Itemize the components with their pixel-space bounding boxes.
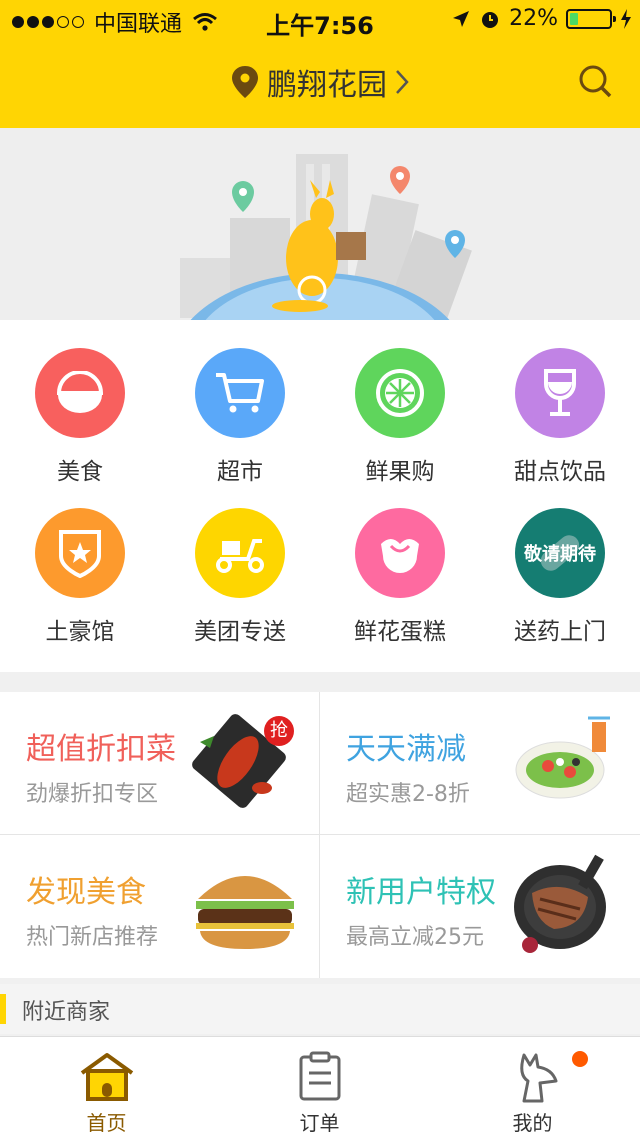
search-button[interactable]	[578, 64, 612, 102]
category-label: 美团专送	[194, 619, 286, 645]
promo-title: 超值折扣菜	[26, 732, 176, 767]
category-food[interactable]: 美食	[0, 348, 160, 486]
category-label: 鲜花蛋糕	[354, 619, 446, 645]
promo-discount-dishes[interactable]: 超值折扣菜 劲爆折扣专区 抢	[0, 692, 319, 834]
rice-bowl-icon	[56, 371, 104, 413]
category-medicine[interactable]: 敬请期待 送药上门	[480, 508, 640, 646]
category-supermarket-icon-bg	[195, 348, 285, 438]
status-bar: 中国联通 上午7:56 22%	[0, 0, 640, 40]
battery-percent: 22%	[509, 6, 558, 31]
promo-title: 发现美食	[26, 875, 146, 910]
category-fruit-icon-bg	[355, 348, 445, 438]
category-delivery-icon-bg	[195, 508, 285, 598]
wine-glass-icon	[544, 369, 576, 416]
location-selector[interactable]: 鹏翔花园	[0, 60, 640, 104]
category-label: 甜点饮品	[514, 459, 606, 485]
promo-banner[interactable]	[0, 128, 640, 320]
category-label: 鲜果购	[365, 459, 435, 485]
tab-home[interactable]: 首页	[0, 1037, 213, 1137]
category-premium-icon-bg	[35, 508, 125, 598]
app-header: 中国联通 上午7:56 22% 鹏翔花园	[0, 0, 640, 128]
category-dessert-icon-bg	[515, 348, 605, 438]
location-name: 鹏翔花园	[267, 68, 387, 103]
clipboard-icon	[299, 1051, 340, 1101]
category-meituan-delivery[interactable]: 美团专送	[160, 508, 320, 646]
tab-label: 订单	[299, 1111, 340, 1135]
bottom-tab-bar: 首页 订单 我的	[0, 1036, 640, 1137]
category-flowers-icon-bg	[355, 508, 445, 598]
category-dessert-drinks[interactable]: 甜点饮品	[480, 348, 640, 486]
kangaroo-profile-icon	[519, 1053, 557, 1103]
burger-image	[196, 876, 294, 949]
city-kangaroo-illustration	[180, 154, 472, 320]
promo-title: 新用户特权	[346, 875, 496, 910]
promo-subtitle: 超实惠2-8折	[346, 782, 470, 807]
scooter-icon	[216, 539, 264, 573]
chevron-right-icon	[396, 70, 409, 94]
category-supermarket[interactable]: 超市	[160, 348, 320, 486]
tab-orders[interactable]: 订单	[213, 1037, 426, 1137]
category-label: 土豪馆	[45, 619, 115, 645]
promo-daily-discount[interactable]: 天天满减 超实惠2-8折	[320, 692, 639, 834]
category-flowers-cakes[interactable]: 鲜花蛋糕	[320, 508, 480, 646]
search-icon	[579, 65, 612, 98]
category-grid: 美食 超市 鲜果购 甜点饮品 土豪馆 美团专送 鲜花蛋糕 敬请期待 送药上门	[0, 320, 640, 672]
promo-subtitle: 最高立减25元	[346, 925, 484, 950]
tab-profile[interactable]: 我的	[426, 1037, 639, 1137]
promo-new-user[interactable]: 新用户特权 最高立减25元	[320, 835, 639, 977]
tab-label: 首页	[86, 1111, 127, 1135]
battery-icon	[566, 8, 616, 29]
category-premium[interactable]: 土豪馆	[0, 508, 160, 646]
cart-icon	[216, 373, 264, 413]
grab-badge: 抢	[264, 716, 294, 746]
category-fruit[interactable]: 鲜果购	[320, 348, 480, 486]
promo-discover-food[interactable]: 发现美食 热门新店推荐	[0, 835, 319, 977]
promo-title: 天天满减	[346, 732, 466, 767]
nearby-section-header: 附近商家	[0, 984, 640, 1034]
category-label: 美食	[57, 459, 103, 485]
badge-star-icon	[59, 530, 101, 578]
alarm-icon	[482, 11, 499, 28]
salad-plate-image	[515, 716, 610, 799]
flower-icon	[381, 539, 419, 573]
promo-divider-vertical	[319, 692, 320, 978]
promo-subtitle: 热门新店推荐	[26, 925, 159, 950]
nearby-title: 附近商家	[22, 1000, 111, 1025]
section-accent-bar	[0, 994, 6, 1024]
charging-bolt-icon	[621, 8, 631, 29]
location-arrow-icon	[453, 10, 470, 27]
notification-dot	[572, 1051, 588, 1067]
home-icon	[80, 1053, 133, 1101]
lime-slice-icon	[376, 369, 424, 417]
grab-badge-label: 抢	[270, 720, 288, 741]
category-label: 超市	[217, 459, 263, 485]
category-label: 送药上门	[514, 619, 606, 645]
promo-divider-horizontal	[0, 834, 640, 835]
category-food-icon-bg	[35, 348, 125, 438]
promo-grid: 超值折扣菜 劲爆折扣专区 抢 天天满减 超实惠2-8折 发现美食 热门新店推荐	[0, 692, 640, 978]
map-pin-icon	[232, 66, 258, 98]
promo-subtitle: 劲爆折扣专区	[26, 782, 159, 807]
tab-label: 我的	[512, 1111, 553, 1135]
steak-pan-image	[514, 854, 606, 953]
coming-soon-label: 敬请期待	[524, 544, 596, 565]
category-medicine-icon-bg: 敬请期待	[515, 508, 605, 598]
